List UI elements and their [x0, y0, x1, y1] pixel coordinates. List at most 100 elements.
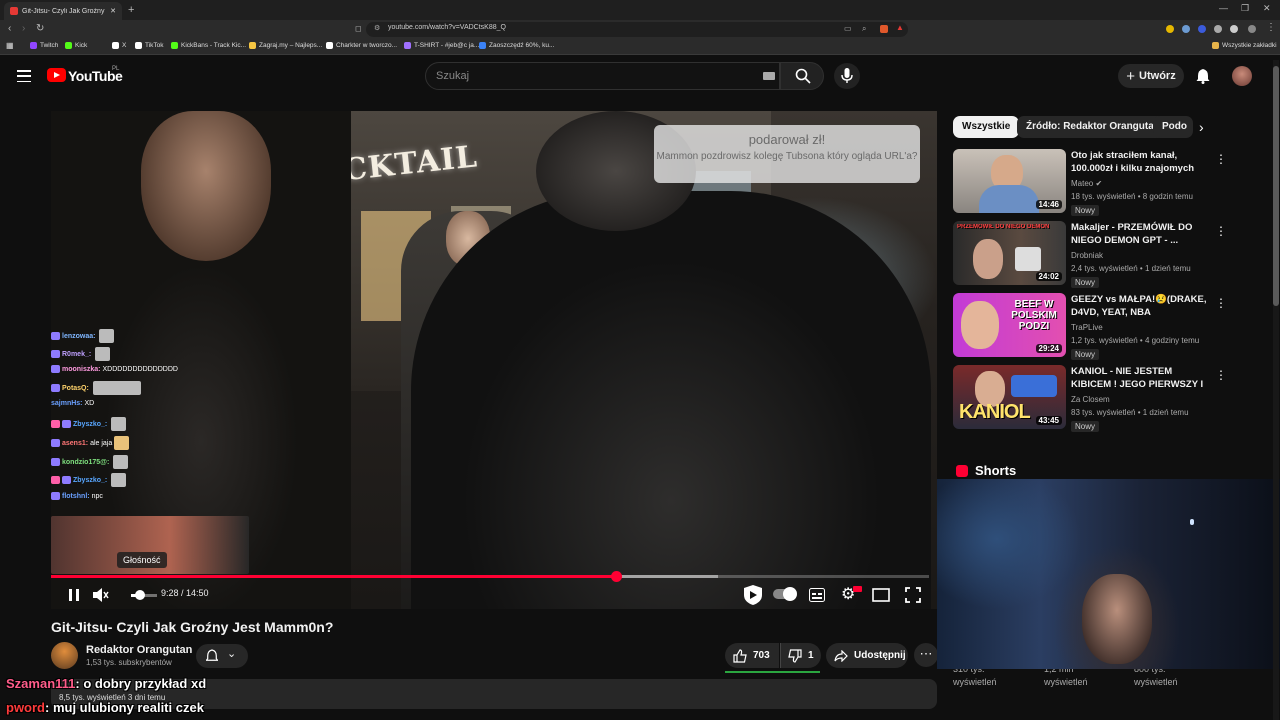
all-bookmarks[interactable]: Wszystkie zakładki	[1212, 42, 1277, 49]
bookmark-x[interactable]: X	[112, 42, 126, 49]
chip-source-channel[interactable]: Źródło: Redaktor Orangutan	[1017, 116, 1169, 138]
mute-button[interactable]	[93, 588, 109, 602]
recommended-video[interactable]: 14:46 Oto jak straciłem kanał, 100.000zł…	[953, 149, 1227, 216]
bookmark-kickbans[interactable]: KickBans - Track Kic...	[171, 42, 246, 49]
like-button[interactable]: 703	[725, 643, 779, 668]
close-tab-icon[interactable]: ✕	[110, 7, 116, 15]
page-scrollbar[interactable]	[1273, 60, 1279, 720]
browser-tab[interactable]: Git-Jitsu- Czyli Jak Groźny Je... ✕	[4, 2, 122, 20]
video-title[interactable]: Oto jak straciłem kanał, 100.000zł i kil…	[1071, 149, 1209, 175]
channel-avatar[interactable]	[51, 642, 78, 669]
video-menu-icon[interactable]: ⋮	[1215, 296, 1227, 310]
heart-badge-icon	[51, 420, 60, 428]
apps-grid-icon[interactable]: ▦	[6, 41, 14, 50]
video-menu-icon[interactable]: ⋮	[1215, 152, 1227, 166]
video-menu-icon[interactable]: ⋮	[1215, 224, 1227, 238]
seek-handle[interactable]	[610, 571, 622, 582]
video-title: Git-Jitsu- Czyli Jak Groźny Jest Mamm0n?	[51, 619, 334, 635]
video-thumbnail[interactable]: PRZEMÓWIŁ DO NIEGO DEMON 24:02	[953, 221, 1066, 285]
verified-check-icon: ✔	[1095, 179, 1103, 188]
more-actions-button[interactable]: ⋯	[914, 643, 938, 667]
scrollbar-thumb[interactable]	[1273, 66, 1279, 306]
chevron-right-icon[interactable]: ›	[1199, 119, 1204, 135]
subscription-bell-button[interactable]: ⌄	[196, 644, 248, 668]
recommended-video[interactable]: PRZEMÓWIŁ DO NIEGO DEMON 24:02 Makaljer …	[953, 221, 1227, 288]
youtube-logo-icon[interactable]	[47, 68, 66, 82]
profile-icon[interactable]	[1248, 25, 1256, 33]
maximize-icon[interactable]: ❐	[1241, 3, 1249, 14]
voice-search-button[interactable]	[834, 63, 860, 89]
search-placeholder: Szukaj	[436, 70, 470, 82]
back-icon[interactable]: ‹	[8, 23, 11, 34]
new-tab-button[interactable]: +	[128, 4, 134, 16]
video-player[interactable]: COCKTAIL podarował zł! Mammon pozdrowisz…	[51, 111, 937, 609]
bookmark-zagraj[interactable]: Zagraj.my – Najleps...	[249, 42, 322, 49]
close-window-icon[interactable]: ✕	[1263, 3, 1271, 14]
video-channel[interactable]: Drobniak	[1071, 251, 1209, 260]
extension-icon-3[interactable]	[1198, 25, 1206, 33]
pause-button[interactable]	[67, 585, 81, 605]
webcam-overlay	[937, 479, 1280, 669]
video-title[interactable]: GEEZY vs MAŁPA!😢(DRAKE, D4VD, YEAT, NBA …	[1071, 293, 1209, 319]
sidebar-icon[interactable]	[1230, 25, 1238, 33]
subtitles-icon[interactable]	[809, 588, 825, 602]
keyboard-icon[interactable]	[763, 72, 775, 80]
bookmark-kick[interactable]: Kick	[65, 42, 87, 49]
video-thumbnail[interactable]: KANIOL 43:45	[953, 365, 1066, 429]
video-channel[interactable]: Mateo ✔	[1071, 179, 1209, 188]
extension-icon-2[interactable]	[1182, 25, 1190, 33]
video-thumbnail[interactable]: BEEF W POLSKIM PODZI 29:24	[953, 293, 1066, 357]
notifications-bell-icon[interactable]	[1196, 68, 1210, 84]
bookmark-tiktok[interactable]: TikTok	[135, 42, 164, 49]
channel-name[interactable]: Redaktor Orangutan	[86, 644, 192, 656]
video-title[interactable]: KANIOL - NIE JESTEM KIBICEM ! JEGO PIERW…	[1071, 365, 1209, 391]
foreground-person-right	[411, 191, 931, 609]
menu-kebab-icon[interactable]: ⋮	[1266, 22, 1276, 33]
recommended-video[interactable]: KANIOL 43:45 KANIOL - NIE JESTEM KIBICEM…	[953, 365, 1227, 432]
hamburger-menu-icon[interactable]	[17, 70, 31, 82]
autoplay-toggle[interactable]	[773, 587, 797, 601]
chip-podcasts[interactable]: Podo	[1153, 116, 1193, 138]
sponsorblock-shield-icon[interactable]	[743, 584, 763, 606]
extension-icon-1[interactable]	[1166, 25, 1174, 33]
user-avatar[interactable]	[1232, 66, 1252, 86]
chevron-down-icon: ⌄	[227, 648, 237, 660]
video-title[interactable]: Makaljer - PRZEMÓWIŁ DO NIEGO DEMON GPT …	[1071, 221, 1209, 247]
site-info-icon[interactable]: ⚙	[374, 24, 380, 32]
chip-all[interactable]: Wszystkie	[953, 116, 1020, 138]
donation-header: podarował zł!	[748, 132, 826, 147]
theater-mode-icon[interactable]	[872, 588, 890, 602]
forward-icon[interactable]: ›	[22, 23, 25, 34]
address-bar[interactable]: ⚙ youtube.com/watch?v=VADCtsK88_Q ▭ ⌕ ▲	[366, 22, 908, 37]
dislike-button[interactable]: 1	[780, 643, 821, 668]
zoom-icon[interactable]: ⌕	[862, 24, 866, 34]
emote-icon	[114, 436, 130, 450]
reload-icon[interactable]: ↻	[36, 23, 44, 34]
alert-icon[interactable]: ▲	[896, 23, 904, 32]
fullscreen-icon[interactable]	[905, 587, 921, 603]
video-channel[interactable]: TraPLive	[1071, 323, 1209, 332]
bookmark-zaoszczedz[interactable]: Zaoszczędź 60%, ku...	[479, 42, 554, 49]
search-input[interactable]: Szukaj	[425, 62, 780, 90]
search-button[interactable]	[780, 62, 824, 90]
volume-slider[interactable]	[131, 590, 157, 600]
minimize-icon[interactable]: —	[1219, 3, 1228, 13]
video-thumbnail[interactable]: 14:46	[953, 149, 1066, 213]
video-channel[interactable]: Za Closem	[1071, 395, 1209, 404]
create-button[interactable]: + Utwórz	[1118, 64, 1184, 88]
seek-bar[interactable]	[51, 571, 929, 582]
recommended-video[interactable]: BEEF W POLSKIM PODZI 29:24 GEEZY vs MAŁP…	[953, 293, 1227, 360]
extension-shield-icon[interactable]	[880, 25, 888, 33]
cast-icon[interactable]: ▭	[844, 24, 852, 33]
bookmark-page-icon[interactable]: ◻	[355, 24, 362, 33]
share-button[interactable]: Udostępnij	[826, 643, 908, 668]
subscriber-badge-icon	[51, 332, 60, 340]
extensions-puzzle-icon[interactable]	[1214, 25, 1222, 33]
bookmark-tshirt[interactable]: T-SHIRT - #jeb@c ja...	[404, 42, 479, 49]
settings-button[interactable]: ⚙	[841, 585, 862, 605]
bookmark-charkter[interactable]: Charkter w tworczo...	[326, 42, 397, 49]
bookmark-twitch[interactable]: Twitch	[30, 42, 58, 49]
video-menu-icon[interactable]: ⋮	[1215, 368, 1227, 382]
bookmarks-bar: ▦ Twitch Kick X TikTok KickBans - Track …	[0, 39, 1280, 55]
thumbnail-caption: PRZEMÓWIŁ DO NIEGO DEMON	[957, 224, 1050, 230]
